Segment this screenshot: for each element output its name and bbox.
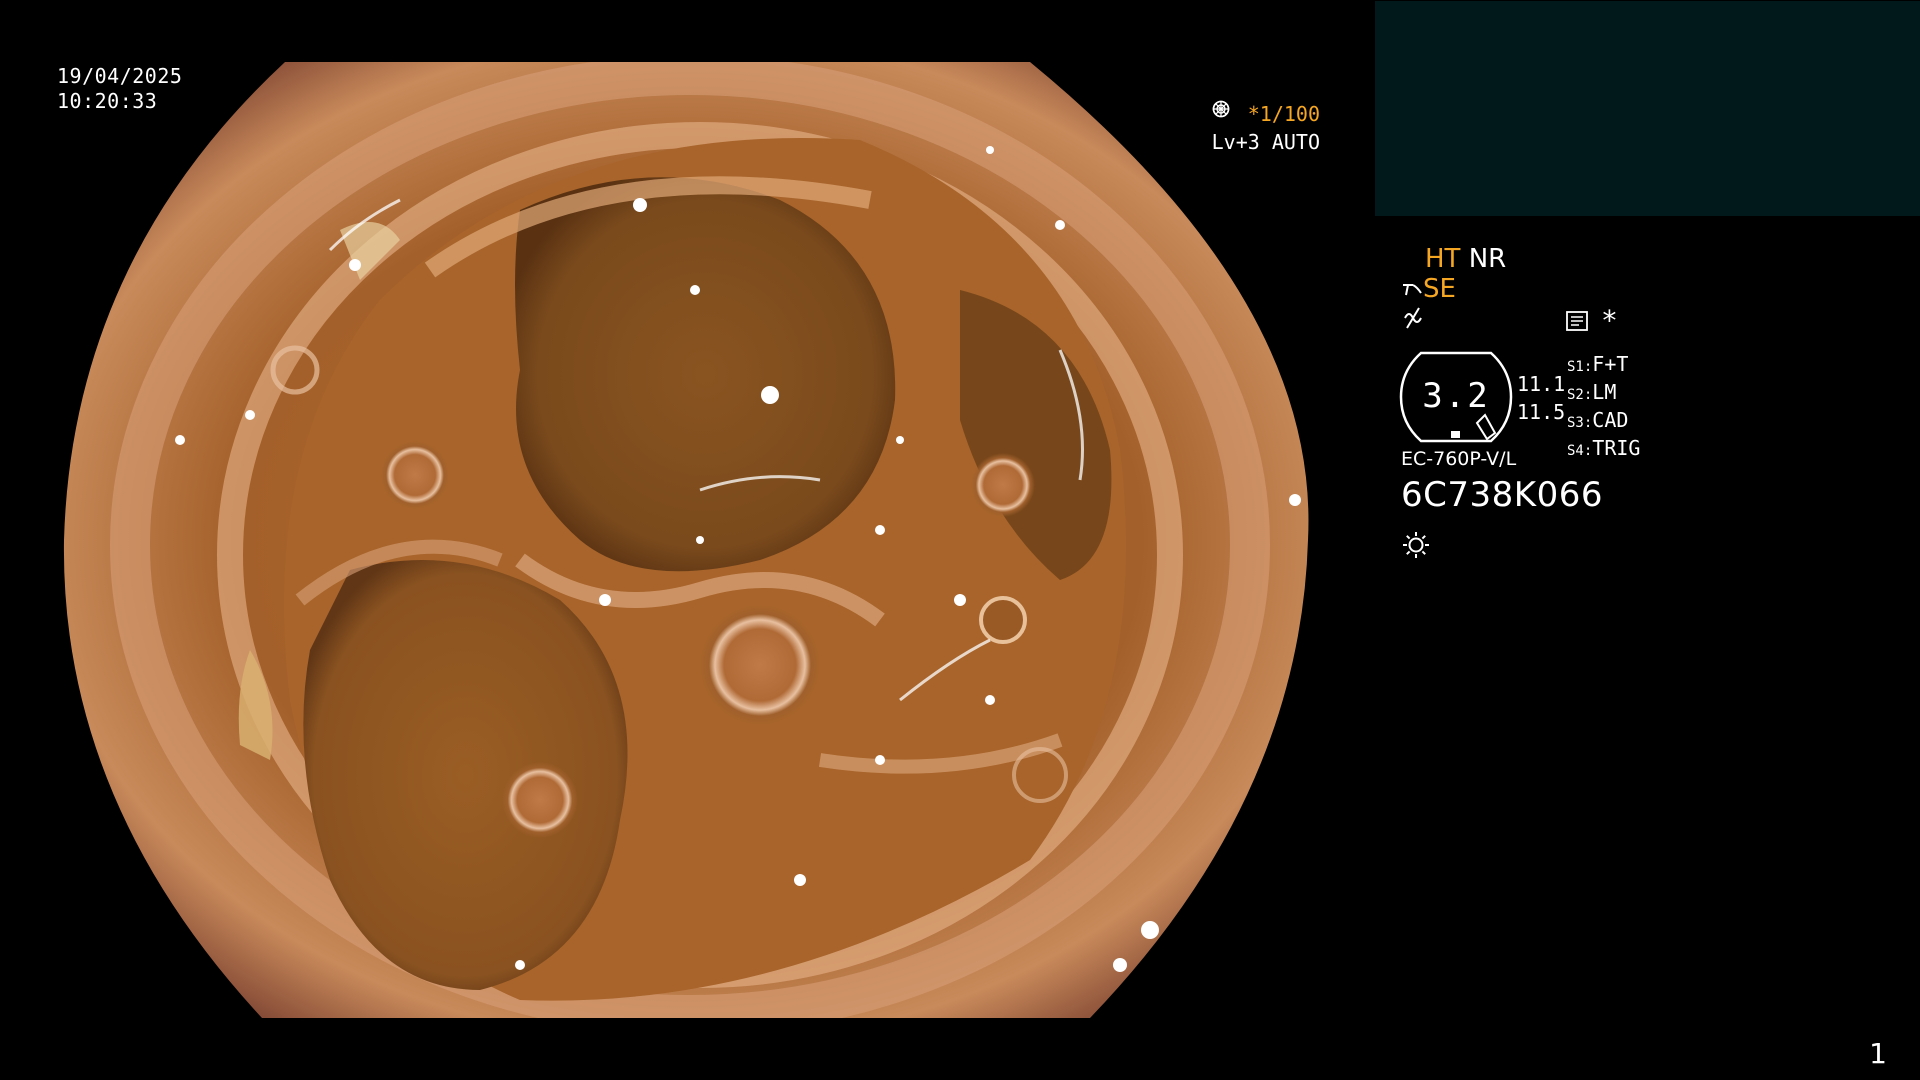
endoscopic-image: 19/04/2025 10:20:33 *1/100 Lv+3 AUTO (0, 0, 1375, 1080)
shutter-speed: *1/100 (1247, 102, 1320, 126)
light-icon (1403, 532, 1429, 558)
page-number: 1 (1869, 1037, 1887, 1070)
ht-mode: HT (1425, 244, 1461, 274)
cal-value-1: 11.1 (1517, 372, 1566, 396)
zoom-value: 3.2 (1422, 376, 1490, 416)
asterisk-marker: * (1601, 304, 1618, 337)
thumbnail-box (1375, 1, 1920, 216)
switch-s2: S2:LM (1567, 380, 1617, 404)
auto-iris-icon (1212, 100, 1229, 118)
switch-s1: S1:F+T (1567, 352, 1629, 376)
time-text: 10:20:33 (57, 89, 158, 113)
iris-row: Lv+3 AUTO (1211, 100, 1320, 156)
cal-value-2: 11.5 (1517, 400, 1566, 424)
structure-icon (1404, 307, 1422, 329)
cal-values: 11.1 11.5 (1517, 370, 1565, 426)
info-panel: HT NR SE * 3.2 11.1 11.5 S1:F+T S2:LM S3… (1375, 230, 1920, 830)
serial-number: 6C738K066 (1401, 475, 1603, 515)
iris-mode: Lv+3 AUTO (1211, 130, 1320, 154)
se-mode-line: SE (1401, 274, 1456, 304)
se-mode: SE (1423, 274, 1456, 304)
switch-s4: S4:TRIG (1567, 436, 1641, 460)
endoscope-screen: 19/04/2025 10:20:33 *1/100 Lv+3 AUTO HT … (0, 0, 1920, 1080)
probe-icon (1403, 283, 1422, 295)
image-mode-line: HT NR (1425, 244, 1506, 274)
memo-icon (1566, 311, 1588, 331)
nr-mode: NR (1468, 244, 1507, 274)
scope-switch-list: S1:F+T S2:LM S3:CAD S4:TRIG (1567, 352, 1640, 464)
date-time-overlay: 19/04/2025 10:20:33 (57, 64, 182, 114)
colon-lumen-view (63, 62, 1309, 1018)
switch-s3: S3:CAD (1567, 408, 1629, 432)
scope-model: EC-760P-V/L (1401, 448, 1517, 470)
exposure-overlay: *1/100 Lv+3 AUTO (1212, 100, 1320, 156)
date-text: 19/04/2025 (57, 64, 183, 88)
